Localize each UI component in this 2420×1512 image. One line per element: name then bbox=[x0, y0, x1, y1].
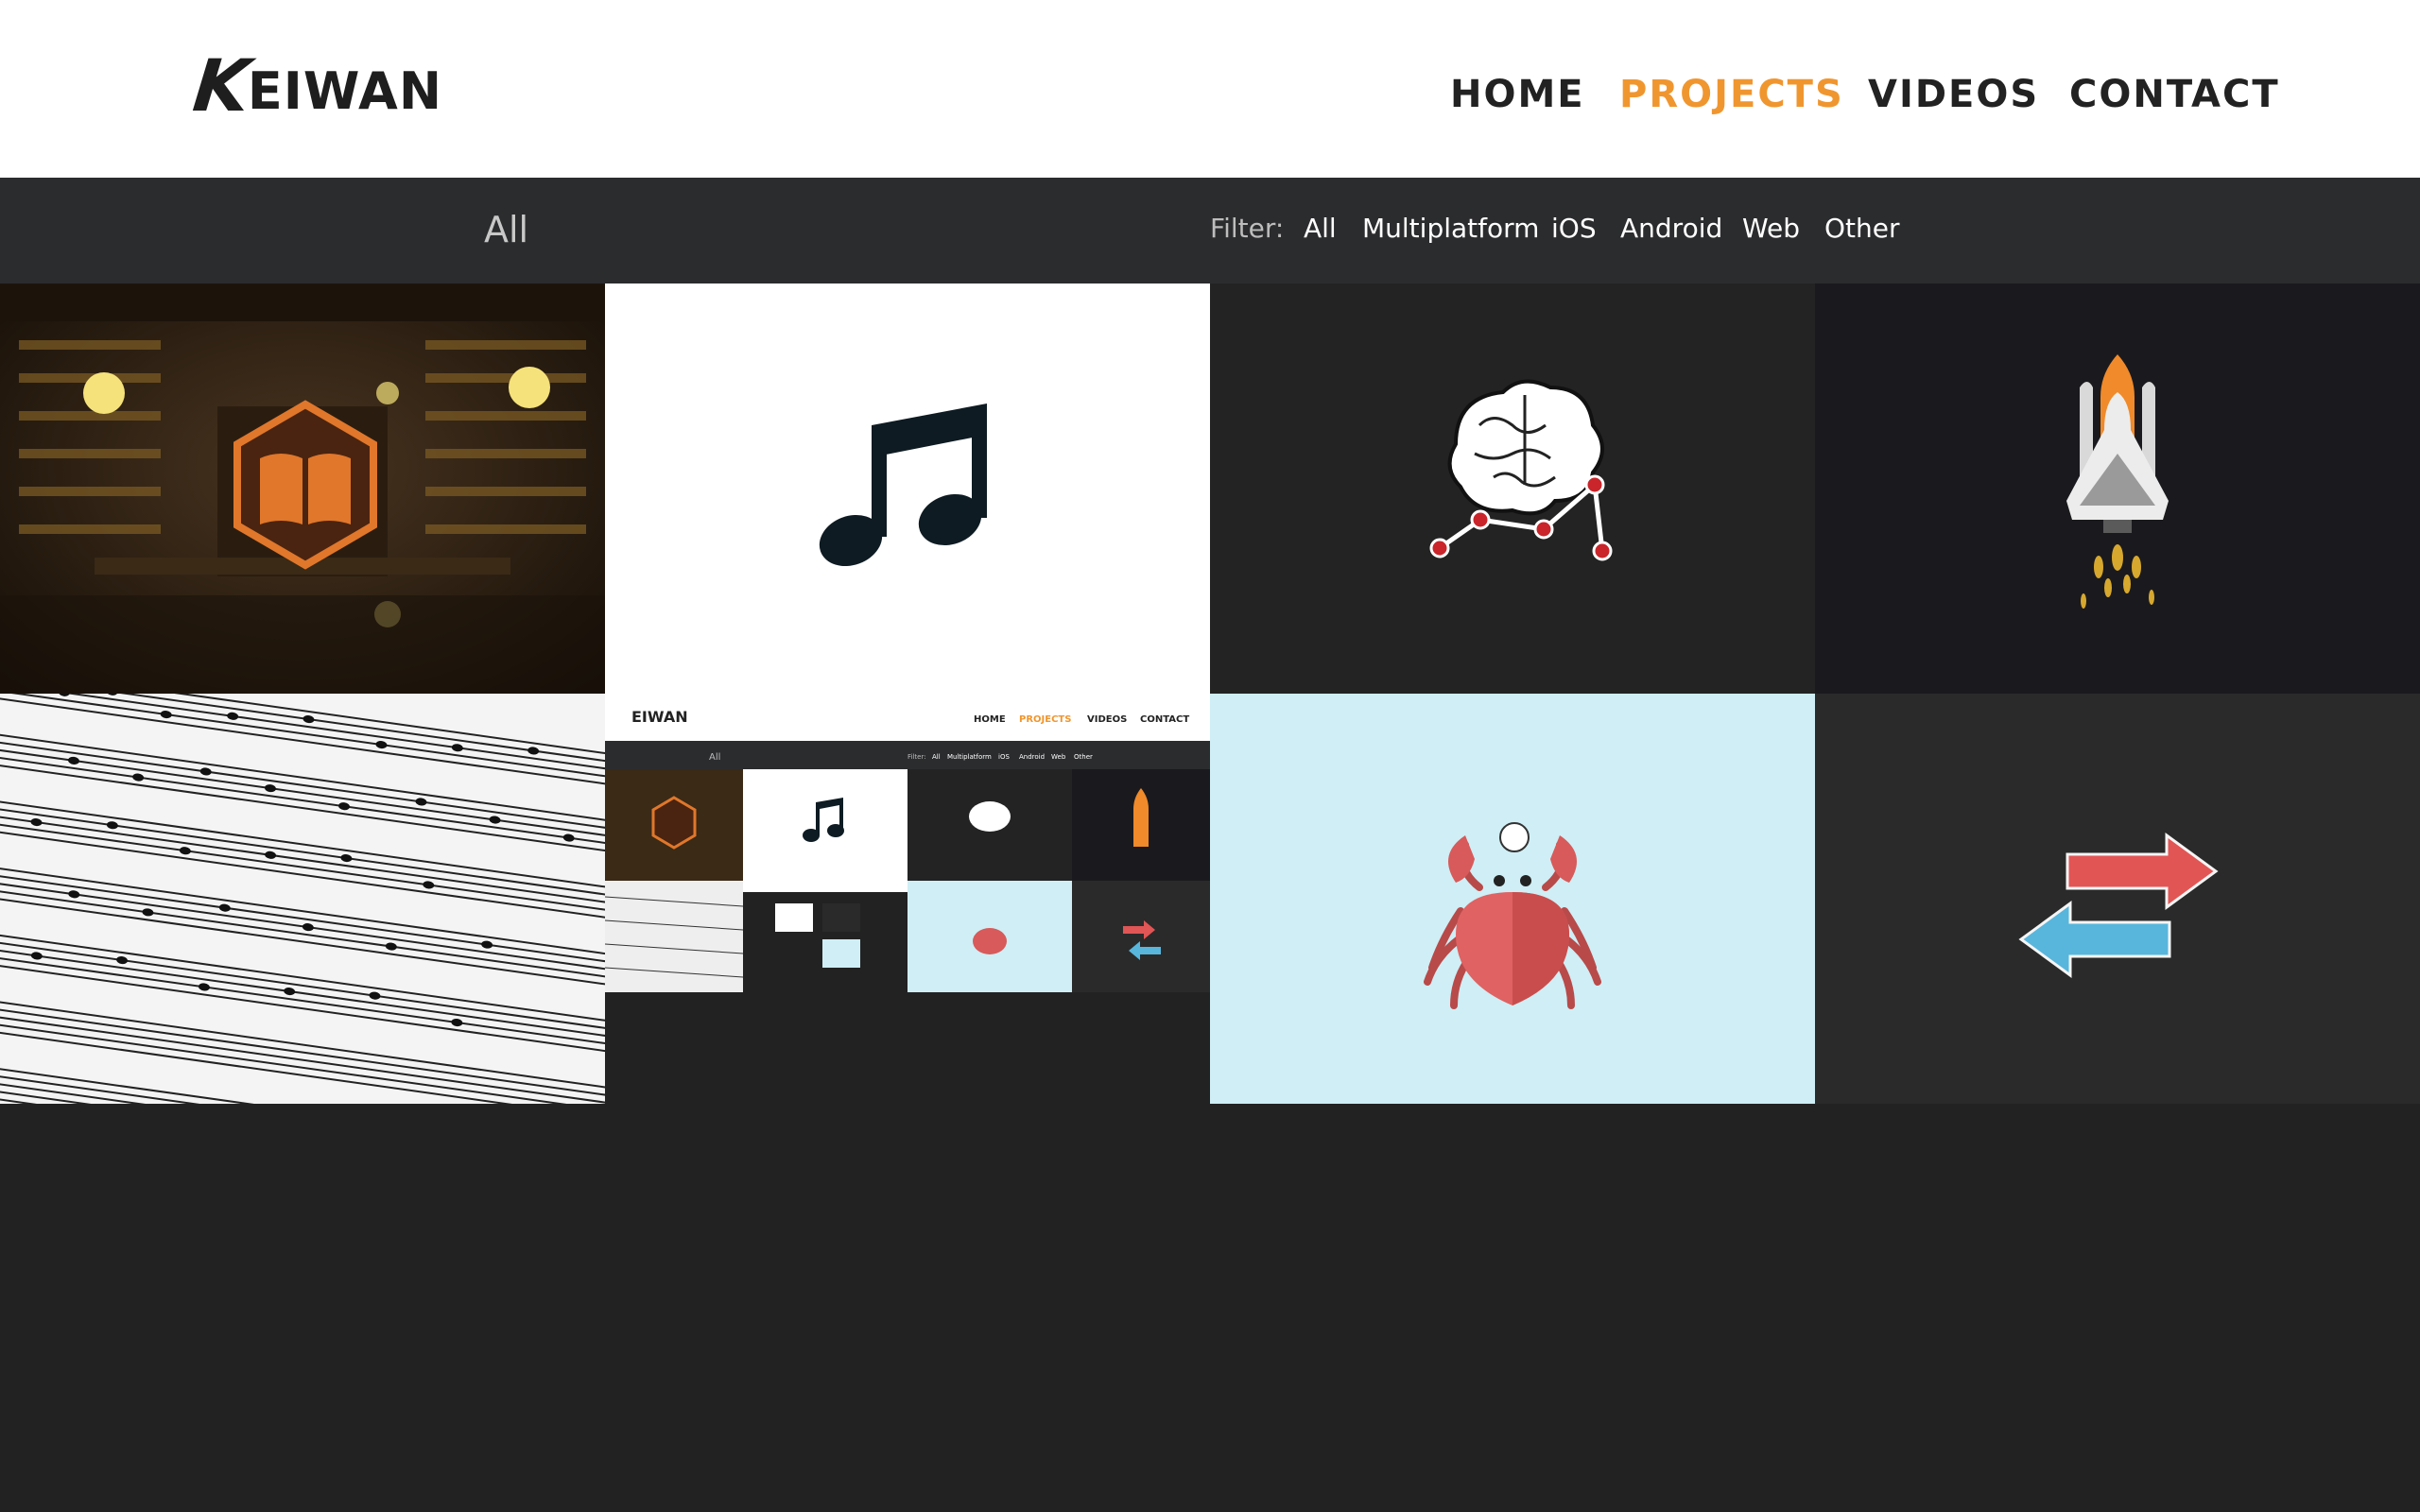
filter-web[interactable]: Web bbox=[1742, 210, 1800, 248]
mini-filter-other: Other bbox=[1074, 753, 1093, 761]
swap-arrows-icon bbox=[1815, 694, 2420, 1104]
project-tile-sheet-music[interactable] bbox=[0, 694, 605, 1104]
filter-ios[interactable]: iOS bbox=[1551, 210, 1597, 248]
nav-contact[interactable]: CONTACT bbox=[2069, 66, 2280, 123]
filter-bar: All Filter: All Multiplatform iOS Androi… bbox=[0, 178, 2420, 284]
music-note-icon bbox=[605, 284, 1210, 694]
main-nav: HOME PROJECTS VIDEOS CONTACT bbox=[0, 66, 2420, 123]
project-tile-brain[interactable] bbox=[1210, 284, 1815, 694]
nav-projects[interactable]: PROJECTS bbox=[1619, 66, 1844, 123]
mini-filter-android: Android bbox=[1019, 753, 1045, 761]
filter-all[interactable]: All bbox=[1304, 210, 1337, 248]
mini-filter-label: Filter: bbox=[908, 753, 926, 761]
mini-nav-projects: PROJECTS bbox=[1019, 714, 1071, 725]
space-shuttle-icon bbox=[1815, 284, 2420, 694]
crab-icon bbox=[1210, 694, 1815, 1104]
filter-multiplatform[interactable]: Multiplatform bbox=[1362, 210, 1539, 248]
project-tile-music[interactable] bbox=[605, 284, 1210, 694]
filter-other[interactable]: Other bbox=[1824, 210, 1900, 248]
nav-videos[interactable]: VIDEOS bbox=[1868, 66, 2039, 123]
library-book-icon bbox=[0, 284, 605, 694]
project-tile-arrows[interactable] bbox=[1815, 694, 2420, 1104]
mini-filter-web: Web bbox=[1051, 753, 1066, 761]
website-screenshot-image: EIWAN HOME PROJECTS VIDEOS CONTACT All F… bbox=[605, 694, 1210, 1104]
project-tile-crab[interactable] bbox=[1210, 694, 1815, 1104]
mini-filter-all: All bbox=[932, 753, 941, 761]
sheet-music-image bbox=[0, 694, 605, 1104]
mini-logo: EIWAN bbox=[631, 708, 688, 726]
current-filter-title: All bbox=[484, 209, 529, 250]
project-tile-website[interactable]: EIWAN HOME PROJECTS VIDEOS CONTACT All F… bbox=[605, 694, 1210, 1104]
nav-home[interactable]: HOME bbox=[1450, 66, 1585, 123]
project-tile-shuttle[interactable] bbox=[1815, 284, 2420, 694]
filter-label: Filter: bbox=[1210, 213, 1285, 244]
mini-current: All bbox=[709, 752, 720, 763]
project-tile-library[interactable] bbox=[0, 284, 605, 694]
mini-nav-videos: VIDEOS bbox=[1087, 714, 1127, 725]
mini-filter-ios: iOS bbox=[998, 753, 1010, 761]
site-header: K EIWAN HOME PROJECTS VIDEOS CONTACT bbox=[0, 0, 2420, 178]
mini-nav-contact: CONTACT bbox=[1140, 714, 1189, 725]
brain-graph-icon bbox=[1210, 284, 1815, 694]
mini-nav-home: HOME bbox=[974, 714, 1006, 725]
mini-filter-multiplatform: Multiplatform bbox=[947, 753, 992, 761]
filter-android[interactable]: Android bbox=[1620, 210, 1722, 248]
